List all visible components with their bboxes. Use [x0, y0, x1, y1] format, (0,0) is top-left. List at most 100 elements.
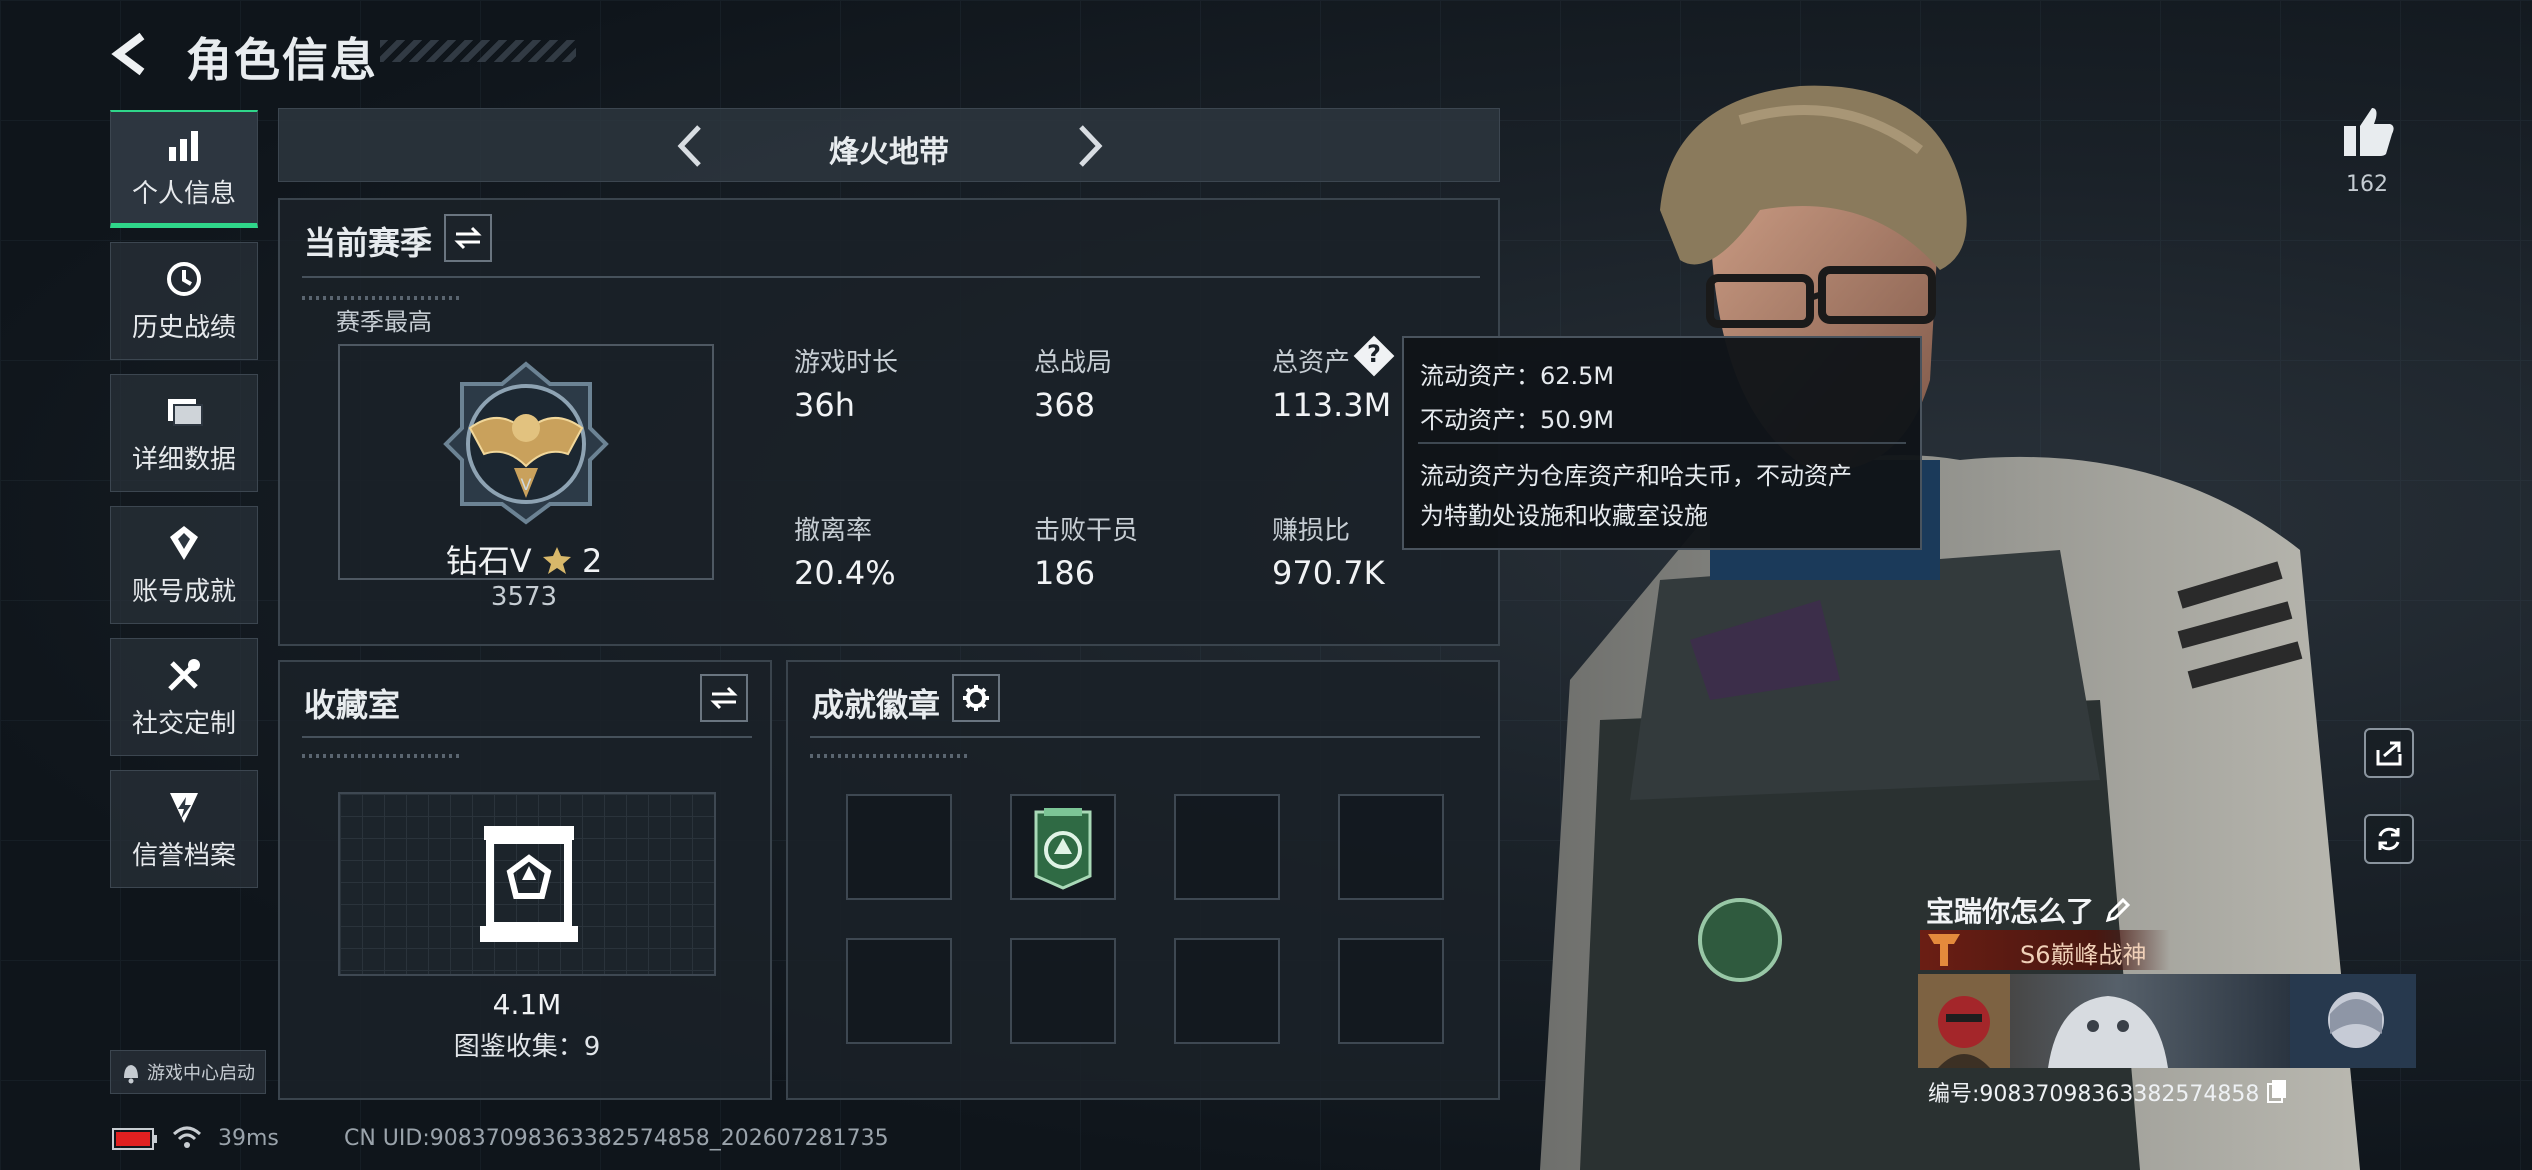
rank-emblem-icon: V	[443, 361, 609, 525]
bar-chart-icon	[169, 131, 198, 161]
stat-label-matches: 总战局	[1034, 348, 1113, 378]
collection-count: 图鉴收集：9	[453, 1032, 601, 1062]
tooltip-divider	[1418, 442, 1906, 444]
season-title: 当前赛季	[304, 224, 433, 262]
back-arrow-icon[interactable]	[108, 30, 156, 78]
divider	[810, 736, 1480, 738]
nav-label: 账号成就	[131, 576, 236, 607]
wrench-icon	[168, 658, 200, 691]
badges-settings-button[interactable]	[952, 674, 1000, 722]
swap-icon	[454, 226, 482, 250]
share-button[interactable]	[2364, 728, 2414, 778]
divider-dots	[810, 754, 970, 758]
stat-label-playtime: 游戏时长	[794, 348, 899, 378]
rank-name: 钻石V	[445, 542, 532, 580]
battery-icon	[112, 1128, 157, 1150]
player-id-row: 编号:908370983633825748​58	[1928, 1076, 2288, 1108]
player-id: 编号:908370983633825748​58	[1928, 1082, 2260, 1107]
rank-title: S6巅峰战神	[2020, 941, 2147, 969]
badges-title: 成就徽章	[812, 686, 941, 724]
player-name-row: 宝踹你怎么了	[1926, 890, 2132, 930]
nav-label: 历史战绩	[131, 312, 236, 343]
player-cards[interactable]	[1918, 974, 2416, 1068]
badge-slot[interactable]	[1174, 794, 1280, 900]
card-decoration	[2048, 996, 2168, 1068]
share-icon	[2376, 741, 2402, 766]
tooltip-liquid-assets: 流动资产：62.5M	[1420, 362, 1615, 390]
badge-emblem-icon	[1034, 808, 1092, 890]
edit-icon[interactable]	[2104, 896, 2132, 924]
avatar[interactable]	[1918, 974, 2010, 1068]
rank-line: 钻石V 2	[280, 536, 768, 582]
notice-label: 游戏中心启动	[147, 1063, 255, 1084]
collection-title: 收藏室	[304, 686, 401, 724]
badge-slot[interactable]	[1338, 938, 1444, 1044]
nav-label: 个人信息	[131, 179, 236, 209]
stat-label-total-assets: 总资产	[1272, 348, 1351, 378]
stat-value-matches: 368	[1034, 386, 1096, 424]
badge-slot[interactable]	[846, 794, 952, 900]
thumbs-up-icon[interactable]	[2342, 104, 2396, 160]
stat-label-kills: 击败干员	[1034, 516, 1139, 546]
next-mode-arrow-icon[interactable]	[1073, 123, 1109, 169]
nav-label: 信誉档案	[131, 840, 236, 871]
history-icon	[167, 261, 201, 296]
season-switch-button[interactable]	[444, 214, 492, 262]
copy-icon[interactable]	[2266, 1078, 2288, 1104]
nav-item-history[interactable]: 历史战绩	[110, 242, 258, 360]
stat-value-kills: 186	[1034, 554, 1096, 592]
tooltip-fixed-assets: 不动资产：50.9M	[1420, 406, 1615, 434]
page-title: 角色信息	[186, 33, 378, 87]
collection-switch-button[interactable]	[700, 674, 748, 722]
folder-icon	[168, 398, 203, 426]
refresh-icon	[2378, 827, 2400, 851]
season-best-label: 赛季最高	[336, 308, 432, 336]
assets-tooltip: 流动资产：62.5M 不动资产：50.9M 流动资产为仓库资产和哈夫币，不动资产…	[1402, 336, 1922, 550]
stat-label-extract-rate: 撤离率	[794, 516, 873, 546]
stat-label-profit-ratio: 赚损比	[1272, 516, 1351, 546]
stat-value-total-assets: 113.3M	[1272, 386, 1392, 424]
rank-title-icon	[1928, 934, 1960, 966]
game-center-launch[interactable]: 游戏中心启动	[110, 1050, 266, 1094]
badge-slot[interactable]	[1010, 794, 1116, 900]
display-case-icon	[480, 826, 578, 942]
swap-icon	[710, 686, 738, 710]
nav-item-social[interactable]: 社交定制	[110, 638, 258, 756]
refresh-button[interactable]	[2364, 814, 2414, 864]
divider	[302, 276, 1480, 278]
nav-item-profile[interactable]: 个人信息	[110, 110, 258, 228]
star-icon	[542, 547, 571, 574]
uid-footer: CN UID:9083709836338257485​8_20260728173…	[344, 1126, 889, 1151]
badge-slot[interactable]	[1338, 794, 1444, 900]
tooltip-desc-line1: 流动资产为仓库资产和哈夫币，不动资产	[1420, 462, 1852, 490]
title-decoration	[380, 40, 576, 62]
divider-dots	[302, 296, 462, 300]
gear-icon	[963, 685, 989, 711]
badge-slot[interactable]	[846, 938, 952, 1044]
card-character-art	[2290, 974, 2416, 1068]
divider-dots	[302, 754, 462, 758]
ping: 39ms	[218, 1126, 279, 1151]
stat-value-extract-rate: 20.4%	[794, 554, 896, 592]
nav-item-achievements[interactable]: 账号成就	[110, 506, 258, 624]
badge-slot[interactable]	[1174, 938, 1280, 1044]
avatar-image	[1918, 974, 2010, 1068]
wifi-icon	[172, 1126, 202, 1148]
nav-label: 详细数据	[131, 444, 236, 475]
rank-stars: 2	[581, 542, 603, 580]
stat-value-profit-ratio: 970.7K	[1272, 554, 1385, 592]
nav-label: 社交定制	[131, 708, 236, 739]
collection-value: 4.1M	[492, 988, 562, 1021]
shield-icon	[170, 792, 198, 823]
rank-title-bar: S6巅峰战神	[1920, 930, 2170, 970]
season-panel: 当前赛季 赛季最高 V 钻石V 2 3573 游戏时长 36h 总战局 368 …	[278, 198, 1500, 646]
player-name: 宝踹你怎么了	[1926, 895, 2095, 928]
nav-item-reputation[interactable]: 信誉档案	[110, 770, 258, 888]
tooltip-desc-line2: 为特勤处设施和收藏室设施	[1420, 502, 1708, 530]
nav-item-details[interactable]: 详细数据	[110, 374, 258, 492]
rank-score: 3573	[490, 582, 558, 612]
collection-room-preview[interactable]	[338, 792, 716, 976]
mode-title: 烽火地带	[829, 135, 949, 170]
svg-text:V: V	[521, 475, 532, 494]
badge-slot[interactable]	[1010, 938, 1116, 1044]
